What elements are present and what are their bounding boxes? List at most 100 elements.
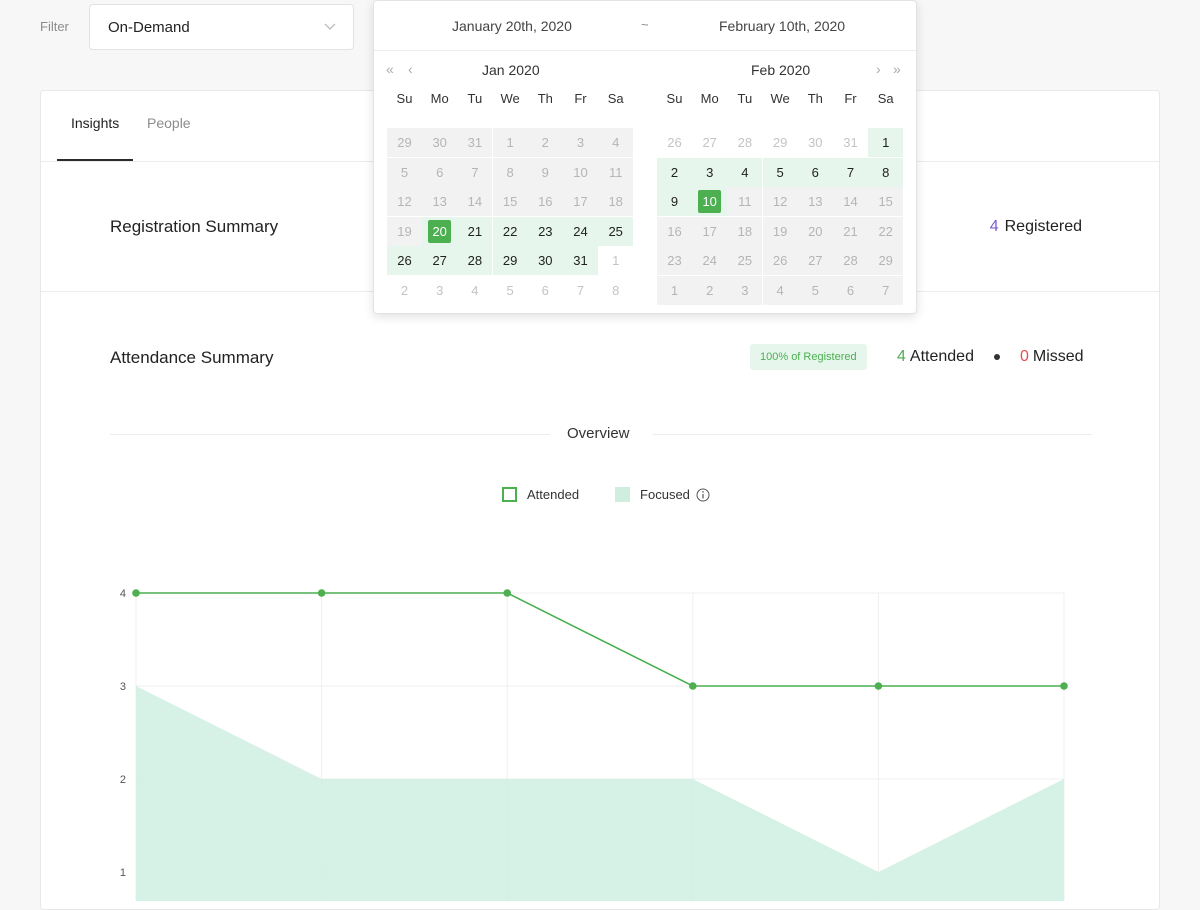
attended-count: 4 bbox=[897, 348, 906, 365]
date-cell: 14 bbox=[833, 187, 868, 216]
date-cell[interactable]: 7 bbox=[563, 276, 598, 305]
date-cell[interactable]: 2 bbox=[387, 276, 422, 305]
date-cell[interactable]: 1 bbox=[868, 128, 904, 157]
date-cell[interactable]: 8 bbox=[598, 276, 633, 305]
date-cell[interactable]: 28 bbox=[457, 246, 493, 275]
date-cell: 6 bbox=[422, 157, 458, 187]
date-cell: 10 bbox=[563, 157, 598, 187]
weekday-header: Mo bbox=[430, 91, 449, 106]
weekday-header: Th bbox=[537, 91, 553, 106]
filter-dropdown[interactable]: On-Demand bbox=[89, 4, 354, 50]
date-cell: 17 bbox=[692, 216, 728, 246]
date-cell[interactable]: 6 bbox=[528, 276, 563, 305]
date-cell: 15 bbox=[492, 187, 528, 216]
date-cell: 29 bbox=[387, 128, 422, 157]
date-cell[interactable]: 25 bbox=[598, 216, 634, 246]
date-cell[interactable]: 3 bbox=[422, 276, 457, 305]
date-cell: 1 bbox=[492, 128, 528, 157]
date-cell[interactable]: 7 bbox=[833, 157, 868, 187]
date-cell[interactable]: 5 bbox=[762, 157, 798, 187]
date-cell[interactable]: 22 bbox=[492, 216, 528, 246]
date-cell: 22 bbox=[868, 216, 904, 246]
focused-area bbox=[136, 686, 1064, 901]
date-cell[interactable]: 1 bbox=[598, 246, 633, 275]
date-cell[interactable]: 6 bbox=[797, 157, 833, 187]
start-date-input[interactable]: January 20th, 2020 bbox=[452, 18, 572, 34]
date-cell[interactable]: 26 bbox=[657, 128, 692, 157]
registered-number: 4 bbox=[989, 218, 999, 235]
weekday-header: Mo bbox=[700, 91, 719, 106]
date-cell: 8 bbox=[492, 157, 528, 187]
date-cell: 11 bbox=[727, 187, 763, 216]
y-tick-label: 3 bbox=[120, 681, 126, 693]
weekday-header: Tu bbox=[467, 91, 483, 106]
date-cell: 28 bbox=[833, 246, 868, 275]
info-icon[interactable] bbox=[696, 488, 710, 502]
attended-point bbox=[317, 589, 326, 597]
date-cell[interactable]: 21 bbox=[457, 216, 493, 246]
legend-focused-label[interactable]: Focused bbox=[640, 487, 690, 502]
chevron-right-icon[interactable]: › bbox=[876, 61, 881, 77]
date-cell: 9 bbox=[527, 157, 563, 187]
date-cell: 11 bbox=[598, 157, 634, 187]
date-cell[interactable]: 8 bbox=[868, 157, 904, 187]
date-cell: 6 bbox=[833, 275, 868, 305]
date-cell: 4 bbox=[598, 128, 634, 157]
date-cell: 13 bbox=[797, 187, 833, 216]
date-cell[interactable]: 2 bbox=[657, 157, 692, 187]
date-cell[interactable]: 23 bbox=[527, 216, 563, 246]
attended-point bbox=[874, 682, 883, 690]
attended-label: Attended bbox=[909, 348, 974, 365]
missed-label: Missed bbox=[1032, 348, 1084, 365]
date-cell[interactable]: 26 bbox=[387, 246, 422, 275]
selected-date-cell[interactable]: 10 bbox=[692, 187, 728, 216]
date-cell[interactable]: 27 bbox=[422, 246, 458, 275]
overview-rule-left bbox=[110, 434, 550, 435]
date-cell: 20 bbox=[797, 216, 833, 246]
date-cell[interactable]: 24 bbox=[563, 216, 598, 246]
date-cell[interactable]: 9 bbox=[657, 187, 692, 216]
percent-registered-badge: 100% of Registered bbox=[750, 344, 867, 370]
date-cell[interactable]: 28 bbox=[727, 128, 762, 157]
date-cell[interactable]: 29 bbox=[492, 246, 528, 275]
date-cell[interactable]: 4 bbox=[457, 276, 492, 305]
date-cell: 7 bbox=[868, 275, 904, 305]
left-month-title: Jan 2020 bbox=[482, 62, 540, 78]
date-cell: 4 bbox=[762, 275, 798, 305]
date-cell: 2 bbox=[527, 128, 563, 157]
tab-people[interactable]: People bbox=[147, 115, 191, 131]
weekday-header: We bbox=[500, 91, 520, 106]
date-cell: 13 bbox=[422, 187, 458, 216]
selected-date-cell[interactable]: 20 bbox=[422, 216, 458, 246]
missed-count: 0 bbox=[1019, 348, 1029, 365]
weekday-header: Sa bbox=[607, 91, 624, 106]
date-cell[interactable]: 4 bbox=[727, 157, 763, 187]
date-cell[interactable]: 31 bbox=[563, 246, 598, 275]
date-cell: 16 bbox=[657, 216, 692, 246]
chevron-left-icon[interactable]: ‹ bbox=[408, 61, 413, 77]
date-cell: 19 bbox=[762, 216, 798, 246]
date-cell[interactable]: 29 bbox=[763, 128, 798, 157]
date-cell: 1 bbox=[657, 275, 692, 305]
end-date-input[interactable]: February 10th, 2020 bbox=[719, 18, 845, 34]
tab-insights[interactable]: Insights bbox=[71, 115, 119, 131]
legend-focused-swatch[interactable] bbox=[615, 487, 631, 502]
date-cell[interactable]: 30 bbox=[798, 128, 833, 157]
date-cell[interactable]: 30 bbox=[527, 246, 563, 275]
date-cell[interactable]: 5 bbox=[493, 276, 528, 305]
date-cell[interactable]: 31 bbox=[833, 128, 868, 157]
attended-point bbox=[503, 589, 512, 597]
date-cell: 17 bbox=[563, 187, 598, 216]
overview-rule-right bbox=[653, 434, 1092, 435]
overview-title: Overview bbox=[567, 425, 630, 442]
date-cell: 7 bbox=[457, 157, 493, 187]
double-chevron-left-icon[interactable]: « bbox=[386, 61, 394, 77]
date-cell[interactable]: 3 bbox=[692, 157, 728, 187]
date-cell: 18 bbox=[727, 216, 763, 246]
date-cell[interactable]: 27 bbox=[692, 128, 727, 157]
weekday-header: Su bbox=[666, 91, 683, 106]
legend-attended-swatch[interactable] bbox=[502, 487, 517, 502]
date-cell: 5 bbox=[387, 157, 422, 187]
double-chevron-right-icon[interactable]: » bbox=[893, 61, 901, 77]
legend-attended-label[interactable]: Attended bbox=[527, 487, 579, 502]
